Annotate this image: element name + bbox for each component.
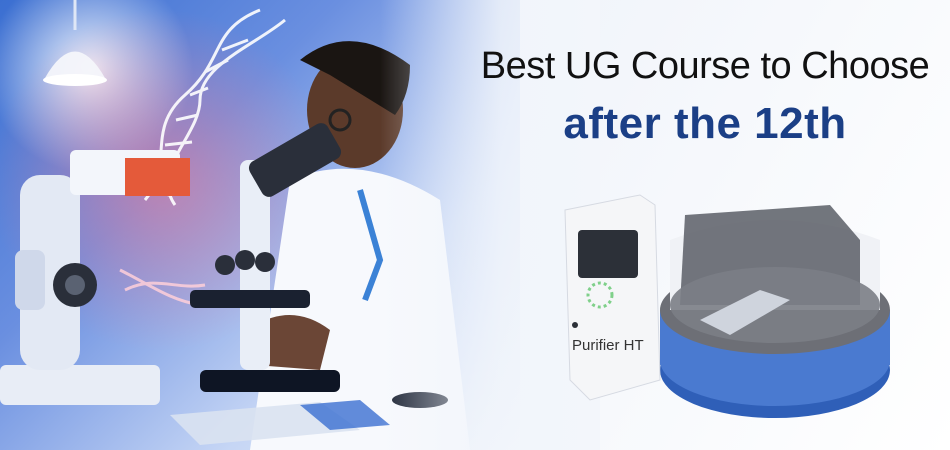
course-banner: Best UG Course to Choose after the 12th … (0, 0, 950, 450)
device-label: Purifier HT (572, 337, 644, 354)
purifier-device-illustration: Purifier HT (564, 194, 890, 418)
headline: Best UG Course to Choose after the 12th (470, 44, 940, 148)
microscope-icon (0, 150, 190, 405)
headline-line-1: Best UG Course to Choose (480, 45, 930, 87)
brand-logo-icon (572, 322, 578, 328)
device-screen (578, 230, 638, 278)
ceiling-lamp-icon (43, 0, 107, 86)
headline-line-2: after the 12th (563, 99, 847, 148)
